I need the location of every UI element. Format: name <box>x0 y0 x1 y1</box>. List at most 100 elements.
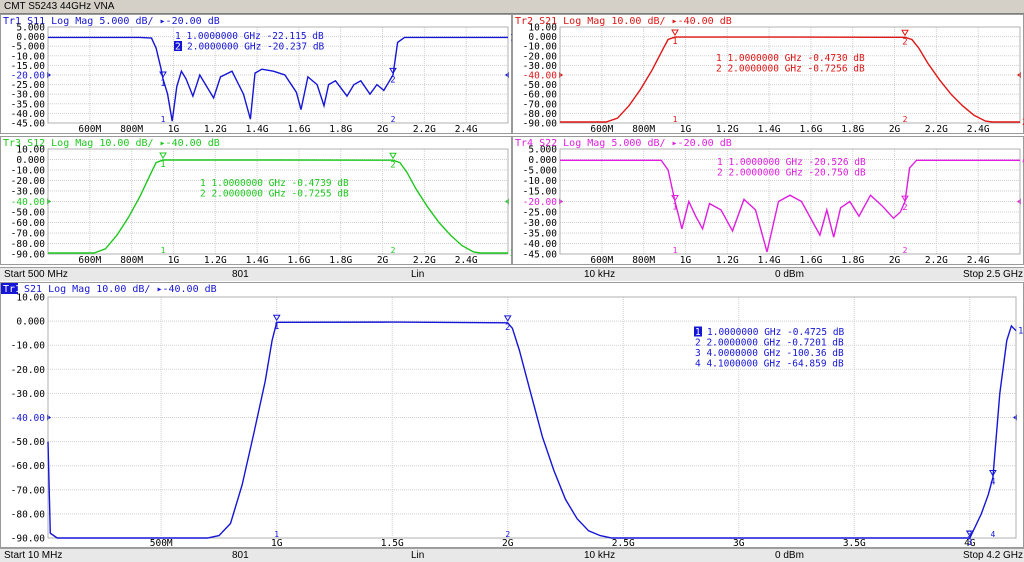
y-tick-label: -50.00 <box>11 208 46 219</box>
marker-legend-readout: 1.0000000 GHz -0.4725 dB <box>707 327 845 338</box>
marker-axis-indicator: 2 <box>391 246 396 255</box>
x-tick-label: 1.8G <box>329 255 352 265</box>
y-tick-label: -40.00 <box>11 413 46 424</box>
x-tick-label: 1G <box>271 538 283 548</box>
chart-tr4-s22[interactable]: Tr4 S22 Log Mag 5.000 dB/ ▸-20.00 dB 5.00… <box>512 136 1024 265</box>
y-tick-label: -45.00 <box>11 119 46 130</box>
app-title: CMT S5243 44GHz VNA <box>4 1 115 12</box>
x-tick-label: 3.5G <box>843 538 866 548</box>
chart-frame <box>0 136 512 265</box>
y-tick-label: -60.00 <box>11 218 46 229</box>
marker-axis-indicator: 1 <box>161 246 166 255</box>
y-tick-label: 10.00 <box>16 145 45 156</box>
status-power: 0 dBm <box>775 269 804 280</box>
trace-title: S21 Log Mag 10.00 dB/ ▸-40.00 dB <box>24 284 217 295</box>
marker-legend-readout: 2 2.0000000 GHz -0.7201 dB <box>695 338 844 349</box>
y-tick-label: -25.00 <box>523 208 558 219</box>
marker-axis-indicator: 1 <box>673 115 678 124</box>
marker-axis-indicator: 2 <box>505 530 510 539</box>
y-tick-label: -20.00 <box>11 365 46 376</box>
chart-svg: Tr4 S22 Log Mag 5.000 dB/ ▸-20.00 dB5.00… <box>512 136 1024 265</box>
chart-tr3-s12[interactable]: Tr3 S12 Log Mag 10.00 dB/ ▸-40.00 dB 10.0… <box>0 136 512 265</box>
x-tick-label: 1.8G <box>329 124 352 134</box>
status-power: 0 dBm <box>775 550 804 561</box>
marker-axis-indicator: 1 <box>274 530 279 539</box>
x-tick-label: 2G <box>889 255 901 265</box>
marker-label: 2 <box>902 203 907 213</box>
y-tick-label: -20.00 <box>523 197 558 208</box>
y-tick-label: -5.000 <box>523 166 558 177</box>
y-tick-label: -70.00 <box>11 229 46 240</box>
marker-label: 2 <box>902 37 907 47</box>
x-tick-label: 500M <box>150 538 173 548</box>
marker-label: 1 <box>160 160 165 170</box>
y-tick-label: 10.00 <box>16 293 45 304</box>
x-tick-label: 1.6G <box>287 124 310 134</box>
status-start: Start 500 MHz <box>4 269 68 280</box>
marker-axis-indicator: 1 <box>673 246 678 255</box>
x-tick-label: 800M <box>120 124 143 134</box>
chart-svg: S21 Log Mag 10.00 dB/ ▸-40.00 dBTr110.00… <box>0 282 1024 548</box>
y-tick-label: -30.00 <box>11 389 46 400</box>
status-sweep-type: Lin <box>411 269 425 280</box>
marker-label: 1 <box>274 322 279 332</box>
chart-svg: Tr1 S11 Log Mag 5.000 dB/ ▸-20.00 dB5.00… <box>0 14 512 134</box>
marker-axis-indicator: 2 <box>903 246 908 255</box>
marker-legend-readout: 2 2.0000000 GHz -20.750 dB <box>717 168 866 179</box>
chart-ch2-tr1-s21[interactable]: S21 Log Mag 10.00 dB/ ▸-40.00 dB Tr1 10.00… <box>0 282 1024 548</box>
marker-label: 1 <box>672 203 677 213</box>
x-tick-label: 2G <box>889 124 901 134</box>
x-tick-label: 2G <box>502 538 514 548</box>
y-tick-label: 5.000 <box>528 145 557 156</box>
x-tick-label: 1.8G <box>841 124 864 134</box>
x-tick-label: 1G <box>680 255 692 265</box>
y-tick-label: -90.00 <box>11 250 46 261</box>
x-tick-label: 1.4G <box>246 255 269 265</box>
x-tick-label: 600M <box>590 255 613 265</box>
x-tick-label: 1.2G <box>716 124 739 134</box>
marker-axis-indicator: 2 <box>391 115 396 124</box>
trace-end-label: 1 <box>1018 327 1023 337</box>
y-tick-label: -60.00 <box>11 461 46 472</box>
chart-tr2-s21[interactable]: Tr2 S21 Log Mag 10.00 dB/ ▸-40.00 dB 10.0… <box>512 14 1024 134</box>
x-tick-label: 1.6G <box>799 124 822 134</box>
x-tick-label: 1.4G <box>246 124 269 134</box>
marker-legend-readout: 2.0000000 GHz -20.237 dB <box>187 42 325 53</box>
y-tick-label: -30.00 <box>523 218 558 229</box>
marker-legend-id: 2 <box>175 42 181 53</box>
x-tick-label: 2.5G <box>612 538 635 548</box>
x-tick-label: 1.4G <box>758 124 781 134</box>
marker-axis-indicator: 3 <box>967 530 972 539</box>
marker-legend-readout: 1 1.0000000 GHz -0.4730 dB <box>716 53 865 64</box>
x-tick-label: 2.2G <box>413 255 436 265</box>
x-tick-label: 600M <box>590 124 613 134</box>
channel2-status-bar: Start 10 MHz 801 Lin 10 kHz 0 dBm Stop 4… <box>0 548 1024 562</box>
x-tick-label: 800M <box>632 124 655 134</box>
marker-legend-readout: 2 2.0000000 GHz -0.7255 dB <box>200 189 349 200</box>
x-tick-label: 2.2G <box>925 255 948 265</box>
marker-legend-readout: 1 1.0000000 GHz -22.115 dB <box>175 31 324 42</box>
status-ifbw: 10 kHz <box>584 269 616 280</box>
marker-label: 2 <box>390 75 395 85</box>
x-tick-label: 2.4G <box>455 124 478 134</box>
y-tick-label: -40.00 <box>523 239 558 250</box>
y-tick-label: -40.00 <box>11 197 46 208</box>
x-tick-label: 2G <box>377 124 389 134</box>
status-sweep-type: Lin <box>411 550 425 561</box>
chart-tr1-s11[interactable]: Tr1 S11 Log Mag 5.000 dB/ ▸-20.00 dB 5.00… <box>0 14 512 134</box>
marker-label: 2 <box>390 160 395 170</box>
x-tick-label: 2.4G <box>967 255 990 265</box>
marker-legend-readout: 3 4.0000000 GHz -100.36 dB <box>695 348 844 359</box>
status-points: 801 <box>232 269 249 280</box>
x-tick-label: 1.2G <box>716 255 739 265</box>
marker-label: 3 <box>967 538 972 548</box>
marker-label: 2 <box>505 323 510 333</box>
status-stop: Stop 4.2 GHz <box>963 550 1024 561</box>
x-tick-label: 800M <box>120 255 143 265</box>
channel1-status-bar: Start 500 MHz 801 Lin 10 kHz 0 dBm Stop … <box>0 267 1024 281</box>
x-tick-label: 2.2G <box>413 124 436 134</box>
y-tick-label: -80.00 <box>11 509 46 520</box>
marker-label: 4 <box>990 478 995 488</box>
x-tick-label: 600M <box>78 255 101 265</box>
marker-axis-indicator: 1 <box>161 115 166 124</box>
